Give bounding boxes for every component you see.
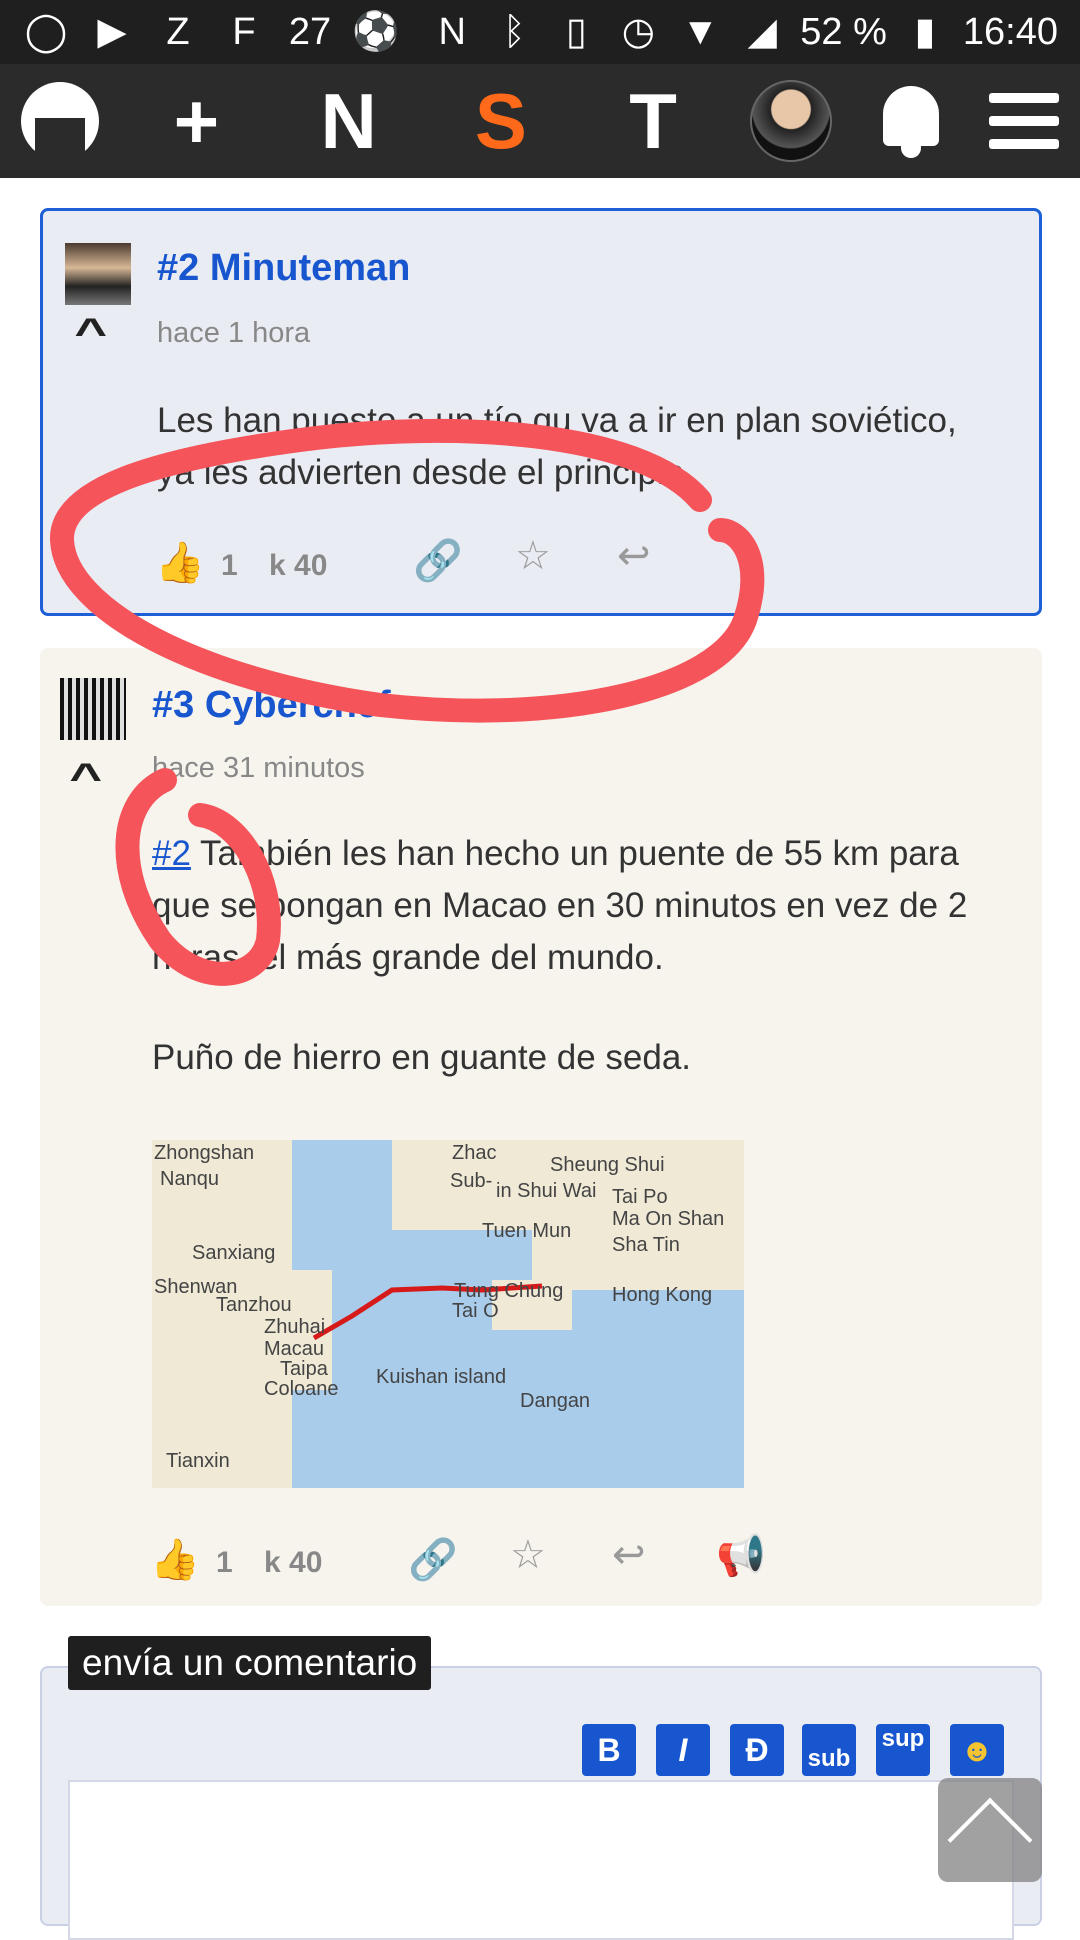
- comment-reference-link[interactable]: #2: [152, 834, 191, 873]
- map-label: Tuen Mun: [482, 1220, 572, 1242]
- map-label: Ma On Shan: [612, 1208, 725, 1230]
- chevron-up-icon[interactable]: ^: [69, 756, 102, 801]
- reply-icon[interactable]: ↩: [612, 1532, 646, 1578]
- vibrate-icon: ▯: [565, 11, 587, 53]
- youtube-icon: ▶: [97, 11, 127, 53]
- bluetooth-icon: ᛒ: [502, 11, 526, 53]
- map-label: Tianxin: [166, 1450, 230, 1472]
- map-label: Sheung Shui: [550, 1154, 665, 1176]
- comment-title[interactable]: #2 Minuteman: [157, 247, 410, 290]
- map-label: Kuishan island: [376, 1366, 507, 1388]
- map-label: Sub-: [450, 1170, 493, 1192]
- z-app-icon: Z: [166, 11, 190, 53]
- whatsapp-icon: ◯: [24, 11, 68, 53]
- comment-text: #2 También les han hecho un puente de 55…: [152, 828, 992, 984]
- map-label: Hong Kong: [612, 1284, 713, 1306]
- comment-text-line2: Puño de hierro en guante de seda.: [152, 1038, 692, 1077]
- link-icon[interactable]: 🔗: [408, 1536, 458, 1583]
- scroll-to-top-button[interactable]: [938, 1778, 1042, 1882]
- map-label: Zhuhai: [264, 1316, 326, 1338]
- megaphone-icon[interactable]: 📢: [716, 1532, 766, 1579]
- nav-t[interactable]: T: [598, 66, 708, 176]
- map-label: Dangan: [520, 1390, 591, 1412]
- battery-icon: ▮: [914, 11, 936, 53]
- bell-icon[interactable]: [875, 82, 947, 160]
- soccer-ball-icon: ⚽: [352, 11, 400, 53]
- comment-textarea[interactable]: [68, 1780, 1014, 1940]
- comment-time: hace 1 hora: [157, 317, 311, 349]
- alarm-icon: ◷: [621, 11, 655, 53]
- karma: k 40: [269, 549, 328, 582]
- comment-card: ^ #2 Minuteman hace 1 hora Les han puest…: [40, 208, 1042, 616]
- map-label: Coloane: [264, 1378, 339, 1400]
- status-bar: ◯ ▶ Z F 27 ⚽ N ᛒ ▯ ◷ ▼ ◢ 52 % ▮ 16:40: [0, 0, 1080, 64]
- site-logo-icon[interactable]: [21, 82, 100, 160]
- avatar[interactable]: [65, 243, 131, 305]
- vote-count: 1: [216, 1546, 233, 1579]
- map-label: Tai Po: [612, 1186, 668, 1208]
- map-image[interactable]: Zhongshan Nanqu Zhac Sub- in Shui Wai Sh…: [152, 1140, 744, 1488]
- add-icon[interactable]: +: [141, 66, 251, 176]
- thumbs-up-icon[interactable]: 👍: [150, 1536, 200, 1583]
- italic-button[interactable]: I: [656, 1724, 710, 1776]
- map-label: Zhac: [452, 1142, 497, 1164]
- chevron-up-icon[interactable]: ^: [74, 311, 107, 356]
- clock: 16:40: [962, 10, 1058, 53]
- strikethrough-button[interactable]: Đ: [730, 1724, 784, 1776]
- bold-button[interactable]: B: [582, 1724, 636, 1776]
- wifi-icon: ▼: [681, 11, 720, 53]
- map-label: Zhongshan: [154, 1142, 255, 1164]
- day-indicator: 27: [288, 11, 332, 53]
- comment-title[interactable]: #3 Cyberchef: [152, 684, 391, 727]
- star-icon[interactable]: ☆: [515, 533, 551, 579]
- nav-new[interactable]: N: [294, 66, 404, 176]
- top-navbar: + N S T: [0, 64, 1080, 178]
- reply-icon[interactable]: ↩: [617, 533, 651, 579]
- comment-time: hace 31 minutos: [152, 752, 365, 784]
- star-icon[interactable]: ☆: [510, 1532, 546, 1578]
- comment-text-body: También les han hecho un puente de 55 km…: [152, 834, 968, 977]
- battery-percent: 52 %: [800, 10, 887, 53]
- map-label: Tai O: [452, 1300, 499, 1322]
- map-label: Tanzhou: [216, 1294, 292, 1316]
- fc-app-icon: F: [232, 11, 256, 53]
- map-label: Sha Tin: [612, 1234, 680, 1256]
- user-avatar[interactable]: [750, 80, 833, 162]
- signal-icon: ◢: [747, 11, 777, 53]
- subscript-button[interactable]: sub: [802, 1724, 856, 1776]
- nav-s[interactable]: S: [446, 66, 556, 176]
- comment-card: ^ #3 Cyberchef hace 31 minutos #2 Tambié…: [40, 648, 1042, 1606]
- avatar[interactable]: [60, 678, 126, 740]
- vote-count: 1: [221, 549, 238, 582]
- map-label: Sanxiang: [192, 1242, 276, 1264]
- thumbs-up-icon[interactable]: 👍: [155, 539, 205, 586]
- link-icon[interactable]: 🔗: [413, 537, 463, 584]
- emoji-button[interactable]: ☻: [950, 1724, 1004, 1776]
- comment-text: Les han puesto a un tío qu va a ir en pl…: [157, 401, 957, 492]
- compose-label: envía un comentario: [68, 1636, 432, 1690]
- menu-icon[interactable]: [988, 93, 1059, 149]
- karma: k 40: [264, 1546, 323, 1579]
- map-label: Nanqu: [160, 1168, 219, 1190]
- map-label: in Shui Wai: [496, 1180, 597, 1202]
- nfc-icon: N: [438, 11, 466, 53]
- superscript-button[interactable]: sup: [876, 1724, 930, 1776]
